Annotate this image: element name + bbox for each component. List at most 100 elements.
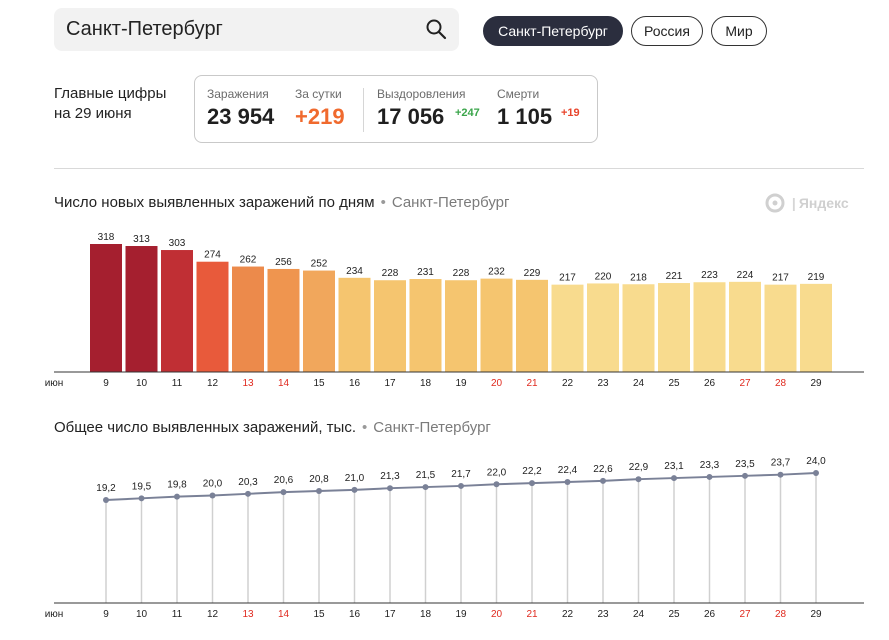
deaths-value: 1 105 [497, 104, 553, 129]
data-point [280, 489, 287, 496]
x-tick-label: 19 [455, 609, 467, 620]
point-value-label: 23,7 [771, 458, 791, 469]
bar [587, 283, 619, 372]
x-tick-label: 26 [704, 609, 716, 620]
point-value-label: 22,0 [487, 467, 507, 478]
bar [516, 279, 548, 372]
search-input[interactable]: Санкт-Петербург [54, 8, 459, 51]
search-value: Санкт-Петербург [66, 18, 223, 40]
x-tick-label: 17 [384, 378, 396, 389]
x-tick-label: 9 [103, 609, 109, 620]
yandex-logo-icon [765, 193, 785, 213]
point-value-label: 20,6 [274, 475, 294, 486]
bar-value-label: 228 [453, 268, 470, 279]
daily-value: +219 [295, 104, 345, 129]
data-point [777, 471, 784, 478]
x-tick-label: 12 [207, 609, 219, 620]
bar [267, 268, 300, 372]
bar [374, 280, 406, 372]
x-tick-label: 14 [278, 609, 290, 620]
search-icon[interactable] [425, 18, 447, 40]
x-tick-label: 11 [172, 609, 183, 620]
data-point [245, 490, 251, 497]
bar-value-label: 313 [133, 234, 150, 245]
new-cases-bar-chart: 318 313 303274 262 256 252234 228 231 228 232 229 2… [45, 232, 864, 389]
point-value-label: 23,3 [700, 460, 720, 471]
x-tick-label: 29 [810, 378, 822, 389]
bar [622, 284, 655, 372]
bar [125, 246, 158, 372]
bar [232, 266, 264, 372]
line-chart-title-text: Общее число выявленных заражений, тыс. [54, 419, 356, 436]
data-point [209, 492, 216, 499]
x-tick-label: 10 [136, 378, 148, 389]
data-point [387, 485, 393, 492]
data-point [174, 493, 180, 500]
x-tick-label: 29 [810, 609, 822, 620]
x-tick-label: 23 [597, 609, 609, 620]
x-tick-label: 26 [704, 378, 716, 389]
x-tick-label: 15 [313, 378, 325, 389]
x-tick-label: 18 [420, 378, 432, 389]
x-tick-label: 17 [384, 609, 396, 620]
line-chart-title: Общее число выявленных заражений, тыс. • С… [54, 419, 491, 436]
data-point [351, 486, 358, 493]
point-value-label: 22,9 [629, 462, 649, 473]
bar-value-label: 256 [275, 257, 292, 268]
bar [729, 281, 761, 372]
x-tick-label: 14 [278, 378, 290, 389]
data-point [706, 473, 713, 480]
infections-caption: Заражения [207, 87, 269, 101]
data-point [138, 495, 145, 502]
data-point [600, 477, 606, 484]
bar-value-label: 220 [595, 271, 612, 282]
bar-value-label: 234 [346, 266, 363, 277]
region-tab-spb[interactable]: Санкт-Петербург [483, 16, 623, 46]
bar-chart-title-text: Число новых выявленных заражений по дням [54, 194, 375, 211]
data-point [422, 484, 429, 491]
bar [90, 244, 122, 372]
x-tick-label: 16 [349, 378, 361, 389]
bar-value-label: 224 [737, 270, 754, 281]
x-tick-label: 27 [739, 609, 751, 620]
x-tick-label: 21 [526, 378, 538, 389]
x-tick-label: 10 [136, 609, 148, 620]
recovered-caption: Выздоровления [377, 87, 466, 101]
data-point [529, 480, 535, 487]
data-point [564, 479, 571, 485]
point-value-label: 22,2 [522, 466, 542, 477]
region-tab-world[interactable]: Мир [711, 16, 767, 46]
bar [551, 284, 584, 372]
data-point [458, 482, 464, 489]
region-tab-russia[interactable]: Россия [631, 16, 703, 46]
bar-value-label: 221 [666, 271, 683, 282]
point-value-label: 21,5 [416, 470, 436, 481]
deaths-delta: +19 [561, 107, 580, 119]
data-point [635, 476, 642, 483]
x-tick-label: 19 [455, 378, 467, 389]
point-value-label: 23,1 [664, 461, 684, 472]
x-tick-label: 27 [739, 378, 751, 389]
bar-value-label: 232 [488, 267, 505, 278]
point-value-label: 19,5 [132, 481, 152, 492]
yandex-watermark-text: Яндекс [798, 195, 849, 211]
x-tick-label: 22 [562, 378, 574, 389]
daily-caption: За сутки [295, 87, 342, 101]
x-tick-label: 11 [172, 378, 183, 389]
bar [800, 283, 832, 372]
bar [303, 270, 335, 372]
x-tick-label: 13 [242, 378, 254, 389]
point-value-label: 21,7 [451, 469, 471, 480]
bar-value-label: 217 [772, 273, 789, 284]
bar-value-label: 223 [701, 270, 718, 281]
point-value-label: 24,0 [806, 456, 826, 467]
bar-chart-title: Число новых выявленных заражений по дням… [54, 194, 510, 211]
point-value-label: 22,6 [593, 464, 613, 475]
data-point [316, 488, 322, 494]
x-tick-label: 18 [420, 609, 432, 620]
deaths-caption: Смерти [497, 87, 540, 101]
infections-value: 23 954 [207, 104, 275, 129]
stats-panel: Заражения 23 954 За сутки +219 Выздоровл… [194, 75, 598, 143]
stats-divider [363, 88, 364, 132]
recovered-value: 17 056 [377, 104, 445, 129]
